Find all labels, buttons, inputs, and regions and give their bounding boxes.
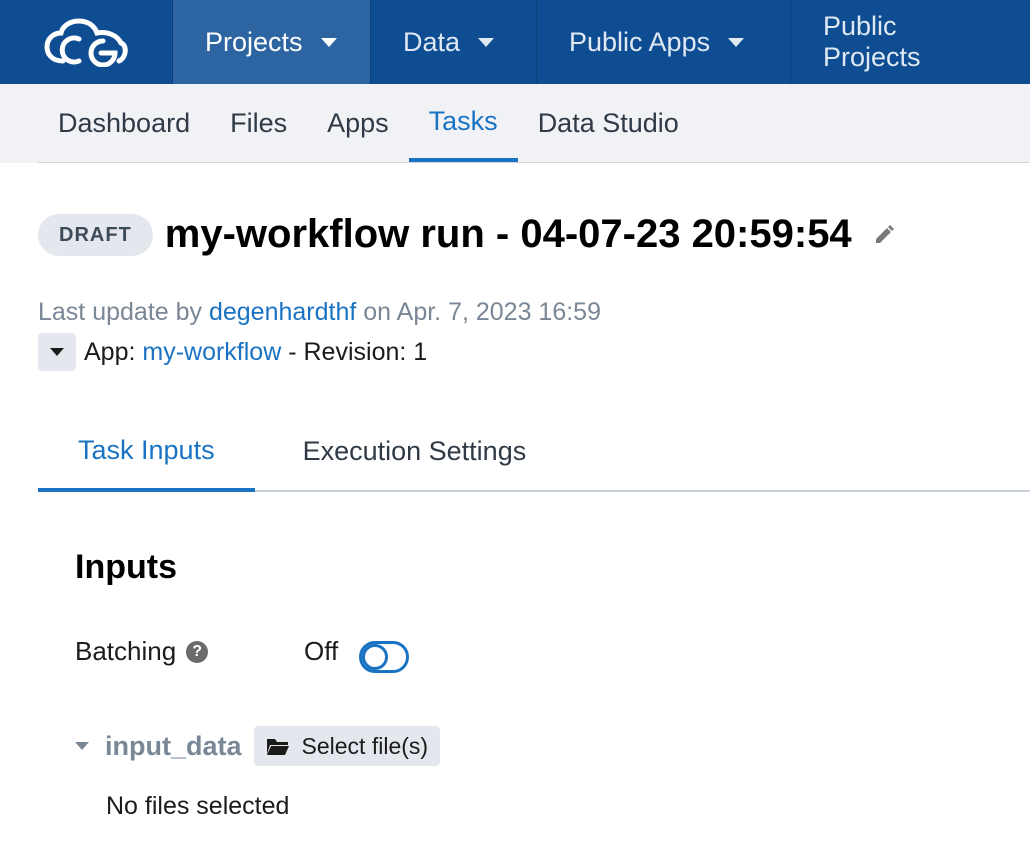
caret-down-icon: [320, 37, 337, 47]
nav-projects[interactable]: Projects: [172, 0, 370, 84]
app-revision: - Revision: 1: [281, 337, 428, 366]
top-nav: Projects Data Public Apps Public Project…: [0, 0, 1030, 84]
batching-state-label: Off: [304, 636, 339, 666]
app-details-toggle[interactable]: [38, 333, 76, 371]
pencil-edit-icon[interactable]: [872, 223, 896, 247]
last-update-prefix: Last update by: [38, 298, 209, 326]
nav-public-projects[interactable]: Public Projects: [790, 0, 1030, 84]
input-data-row: input_data Select file(s): [75, 726, 441, 766]
batching-toggle-switch[interactable]: [359, 641, 409, 673]
nav-public-apps-label: Public Apps: [569, 26, 711, 57]
task-tabs: Task Inputs Execution Settings: [38, 412, 1030, 492]
nav-data[interactable]: Data: [370, 0, 536, 84]
caret-down-icon: [478, 37, 495, 47]
tab-task-inputs[interactable]: Task Inputs: [38, 412, 255, 492]
nav-projects-label: Projects: [205, 26, 303, 57]
app-link[interactable]: my-workflow: [142, 338, 281, 367]
project-subnav: Dashboard Files Apps Tasks Data Studio: [0, 84, 1030, 163]
batching-label: Batching: [75, 636, 177, 666]
tab-execution-settings[interactable]: Execution Settings: [255, 412, 575, 490]
subnav-apps[interactable]: Apps: [307, 84, 409, 162]
folder-open-icon: [266, 739, 289, 755]
subnav-tasks[interactable]: Tasks: [408, 84, 518, 162]
select-files-label: Select file(s): [301, 732, 429, 759]
last-update-date: on Apr. 7, 2023 16:59: [356, 298, 601, 326]
page-title: my-workflow run - 04-07-23 20:59:54: [164, 212, 852, 256]
switch-knob: [362, 644, 388, 670]
nav-data-label: Data: [403, 26, 461, 57]
app-info: App: my-workflow - Revision: 1: [38, 333, 427, 371]
select-files-button[interactable]: Select file(s): [253, 726, 441, 766]
subnav-data-studio[interactable]: Data Studio: [518, 84, 699, 162]
author-link[interactable]: degenhardthf: [209, 298, 356, 326]
status-badge: DRAFT: [38, 213, 153, 256]
caret-down-icon: [50, 348, 64, 356]
empty-files-message: No files selected: [106, 792, 290, 820]
app-prefix: App:: [84, 337, 143, 366]
batching-row: Batching ?: [75, 636, 209, 667]
subnav-dashboard[interactable]: Dashboard: [38, 84, 210, 162]
caret-down-icon: [728, 37, 745, 47]
caret-down-icon[interactable]: [75, 742, 89, 750]
nav-public-apps[interactable]: Public Apps: [536, 0, 790, 84]
nav-public-projects-label: Public Projects: [823, 11, 921, 72]
question-help-icon[interactable]: ?: [186, 640, 209, 663]
last-update-info: Last update by degenhardthf on Apr. 7, 2…: [38, 298, 601, 327]
cloud-logo-icon[interactable]: [0, 0, 172, 84]
task-title-row: DRAFT my-workflow run - 04-07-23 20:59:5…: [38, 212, 896, 257]
subnav-files[interactable]: Files: [210, 84, 307, 162]
input-name: input_data: [105, 730, 242, 761]
subnav-divider: [716, 162, 1030, 163]
inputs-heading: Inputs: [75, 548, 177, 586]
